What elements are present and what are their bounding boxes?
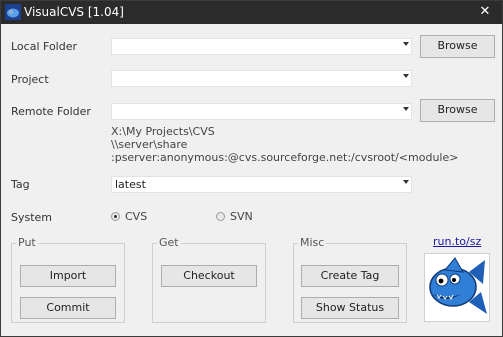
checkout-button[interactable]: Checkout	[161, 265, 257, 287]
close-button[interactable]: ✕	[468, 1, 502, 24]
remote-example-local: X:\My Projects\CVS	[111, 125, 215, 138]
remote-folder-combo[interactable]	[111, 103, 412, 120]
checkout-label: Checkout	[183, 269, 235, 282]
fish-logo	[424, 253, 490, 322]
remote-folder-label: Remote Folder	[11, 105, 91, 118]
visualcvs-app-icon	[5, 4, 21, 20]
put-group: Put Import Commit	[11, 236, 125, 323]
commit-button[interactable]: Commit	[20, 297, 116, 319]
tag-label: Tag	[11, 178, 30, 191]
chevron-down-icon[interactable]	[403, 180, 409, 184]
show-status-button[interactable]: Show Status	[301, 297, 399, 319]
remote-example-pserver: :pserver:anonymous:@cvs.sourceforge.net:…	[111, 151, 459, 164]
remote-folder-browse-button[interactable]: Browse	[420, 99, 495, 122]
remote-example-share: \\server\share	[111, 138, 188, 151]
browse-label: Browse	[437, 103, 478, 116]
commit-label: Commit	[46, 301, 90, 314]
chevron-down-icon[interactable]	[403, 42, 409, 46]
misc-group-label: Misc	[298, 236, 327, 249]
put-group-label: Put	[16, 236, 38, 249]
project-label: Project	[11, 73, 49, 86]
import-button[interactable]: Import	[20, 265, 116, 287]
system-svn-label[interactable]: SVN	[230, 210, 253, 223]
misc-group: Misc Create Tag Show Status	[293, 236, 407, 323]
window-title: VisualCVS [1.04]	[24, 5, 124, 19]
create-tag-button[interactable]: Create Tag	[301, 265, 399, 287]
tag-combo[interactable]: latest	[111, 176, 412, 193]
close-icon: ✕	[479, 4, 491, 19]
system-cvs-label[interactable]: CVS	[125, 210, 147, 223]
chevron-down-icon[interactable]	[403, 74, 409, 78]
project-combo[interactable]	[111, 70, 412, 87]
fish-logo-image	[429, 257, 487, 314]
get-group-label: Get	[157, 236, 181, 249]
show-status-label: Show Status	[315, 301, 385, 314]
client-area: Local Folder Browse Project Remote Folde…	[1, 24, 502, 336]
title-bar: VisualCVS [1.04] ✕	[1, 1, 502, 24]
app-window: VisualCVS [1.04] ✕ Local Folder Browse P…	[0, 0, 503, 337]
local-folder-combo[interactable]	[111, 38, 412, 55]
system-label: System	[11, 211, 53, 224]
browse-label: Browse	[437, 39, 478, 52]
local-folder-label: Local Folder	[11, 40, 77, 53]
chevron-down-icon[interactable]	[403, 107, 409, 111]
system-svn-radio[interactable]	[216, 212, 225, 221]
local-folder-browse-button[interactable]: Browse	[420, 35, 495, 58]
system-cvs-radio[interactable]	[111, 212, 120, 221]
create-tag-label: Create Tag	[320, 269, 380, 282]
import-label: Import	[49, 269, 87, 282]
website-link[interactable]: run.to/sz	[433, 235, 481, 248]
get-group: Get Checkout	[152, 236, 266, 323]
tag-value: latest	[115, 178, 146, 191]
